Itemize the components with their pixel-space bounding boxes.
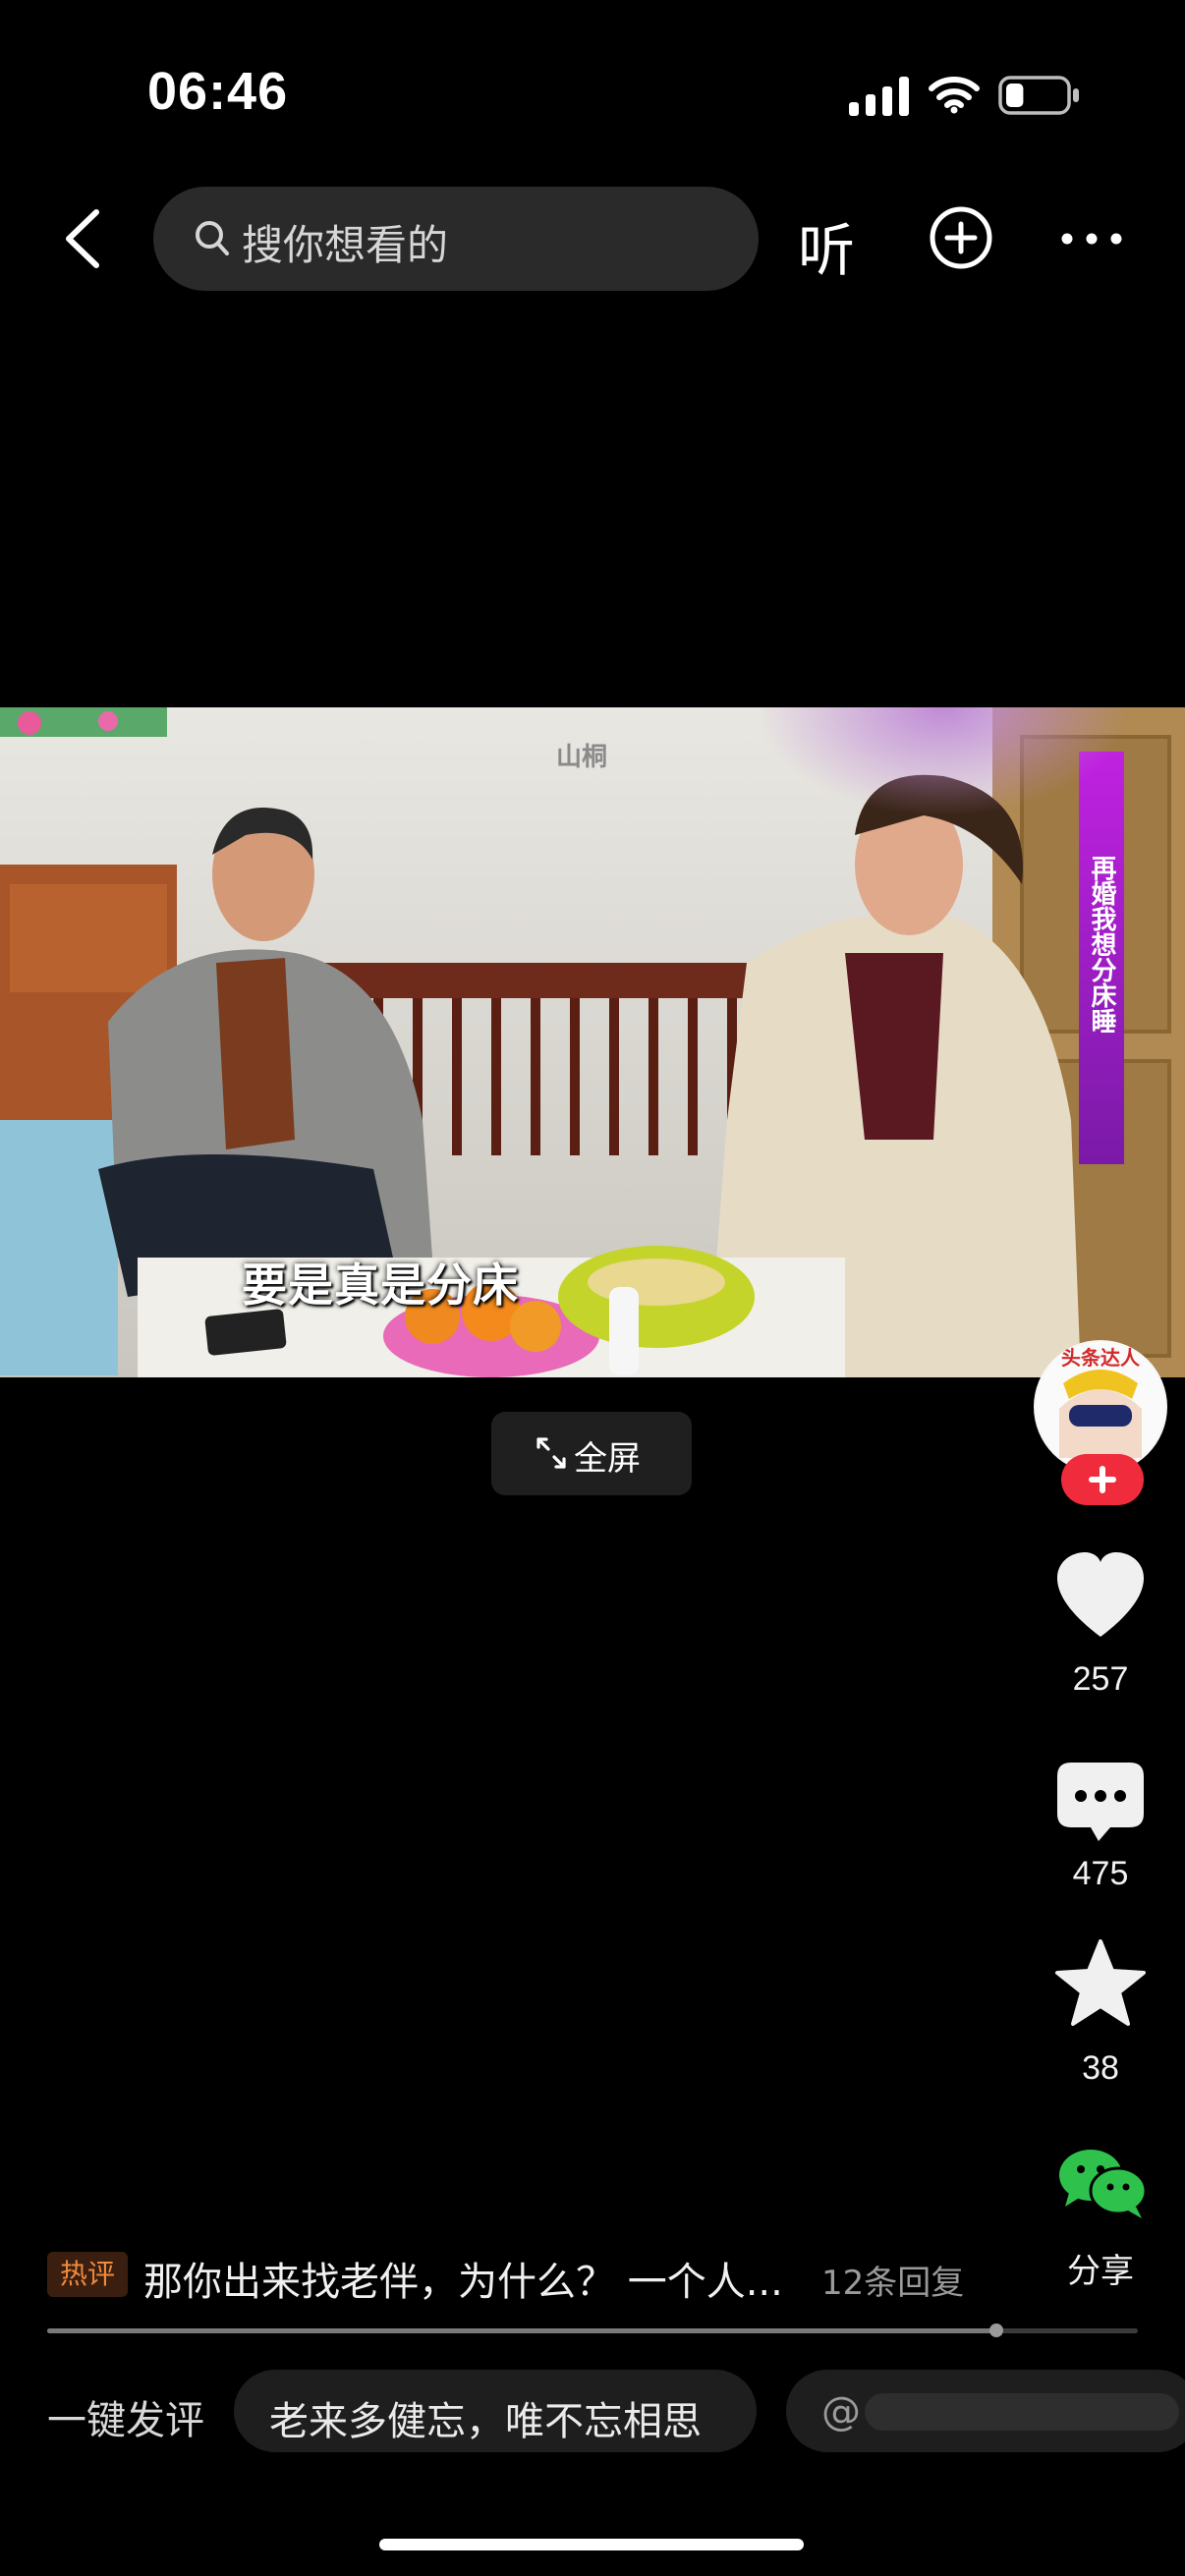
side-banner-label: 再婚我想分床睡 [1087,855,1116,1034]
star-icon [1055,1939,1146,2026]
favorite-button[interactable] [1051,1937,1150,2036]
suggested-comment-chip[interactable]: 老来多健忘，唯不忘相思 [234,2370,757,2452]
wechat-icon [1059,2150,1148,2218]
reply-count[interactable]: 12条回复 [821,2256,964,2304]
like-button[interactable] [1042,1548,1159,1647]
cellular-signal-icon [849,77,910,116]
suggested-comment-chip[interactable]: @ [786,2370,1185,2452]
video-frame [0,707,1185,1377]
suggested-comment-text: @ [821,2389,861,2435]
add-button[interactable] [928,204,994,275]
follow-button[interactable] [1061,1454,1144,1505]
avatar-badge-text: 头条达人 [1061,1346,1140,1370]
comment-count: 475 [1072,1855,1129,1892]
search-bar[interactable]: 搜你想看的 [153,187,759,291]
more-icon[interactable] [1059,222,1124,259]
battery-icon [998,75,1081,120]
video-subtitle: 要是真是分床 [242,1259,519,1312]
back-button[interactable] [55,202,110,275]
plus-icon [1089,1466,1116,1493]
video-progress-bar[interactable] [47,2324,1138,2337]
home-indicator [379,2539,804,2550]
favorite-count: 38 [1082,2049,1119,2087]
hot-comment-text[interactable]: 那你出来找老伴，为什么？ 一个人... [143,2250,783,2307]
share-button[interactable] [1057,2146,1150,2224]
hot-comment-tag: 热评 [47,2252,128,2297]
expand-icon [535,1435,568,1475]
search-placeholder: 搜你想看的 [242,221,449,269]
side-banner-text: 再婚我想分床睡 [1081,855,1122,1043]
video-progress-handle[interactable] [988,2324,1003,2337]
suggested-comment-text: 老来多健忘，唯不忘相思 [269,2399,702,2444]
listen-button[interactable]: 听 [798,204,855,287]
fullscreen-label: 全屏 [574,1439,641,1479]
heart-icon [1057,1552,1144,1637]
like-count: 257 [1072,1660,1129,1698]
one-click-comment-label: 一键发评 [47,2398,204,2443]
fullscreen-button[interactable]: 全屏 [491,1412,692,1495]
video-watermark: 山桐 [556,743,608,772]
video-player[interactable]: 山桐 再婚我想分床睡 要是真是分床 [0,707,1185,1377]
wifi-icon [928,73,981,118]
share-label: 分享 [1067,2253,1134,2290]
status-time: 06:46 [147,62,289,121]
search-icon [193,218,232,263]
comment-icon [1057,1763,1144,1841]
blurred-mention [865,2393,1179,2431]
comment-button[interactable] [1051,1755,1150,1853]
video-progress-fill [47,2328,996,2333]
